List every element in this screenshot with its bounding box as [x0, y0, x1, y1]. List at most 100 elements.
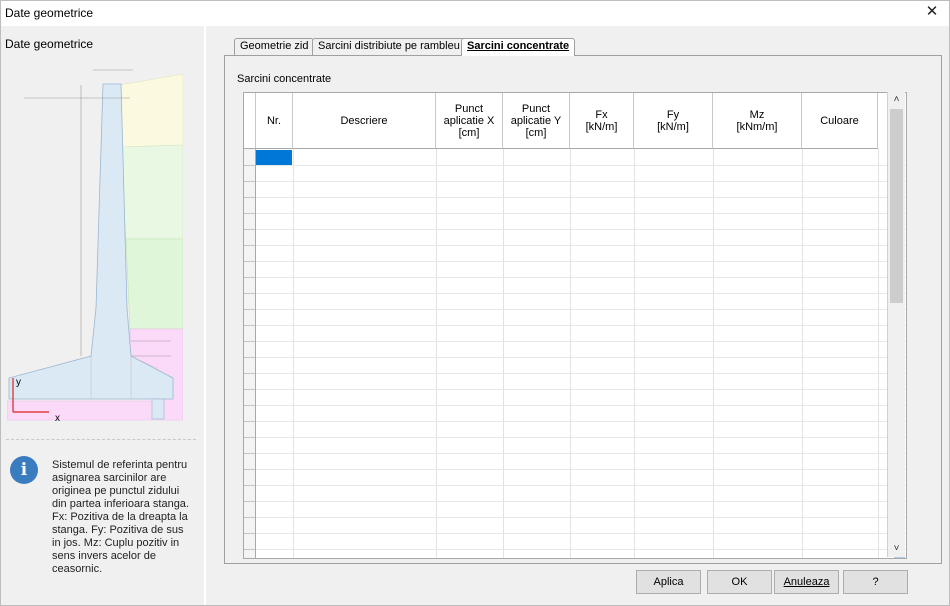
grid-row-line	[244, 325, 906, 326]
grid-row-line	[244, 181, 906, 182]
grid-row-line	[244, 549, 906, 550]
grid-row-line	[244, 469, 906, 470]
scrollbar-thumb[interactable]	[890, 109, 903, 303]
grid-row-line	[244, 213, 906, 214]
scroll-down-icon[interactable]: ˅	[888, 541, 905, 557]
col-header-punct-y[interactable]: Punct aplicatie Y [cm]	[503, 93, 570, 149]
col-header-descriere[interactable]: Descriere	[293, 93, 436, 149]
row-indicator-line	[244, 197, 255, 198]
grid-row-line	[244, 533, 906, 534]
section-label: Sarcini concentrate	[237, 73, 332, 85]
axis-x-label: x	[55, 413, 60, 424]
grid-column-line	[878, 149, 879, 558]
col-header-culoare-label: Culoare	[820, 114, 859, 127]
grid-column-line	[436, 149, 437, 558]
grid-row-line	[244, 453, 906, 454]
selected-cell[interactable]	[256, 150, 292, 165]
grid-row-line	[244, 165, 906, 166]
right-panel: Geometrie zid Sarcini distribiute pe ram…	[206, 26, 949, 605]
panel-separator	[6, 439, 196, 440]
col-header-punct-y-label: Punct aplicatie Y [cm]	[510, 102, 562, 139]
row-indicator-line	[244, 181, 255, 182]
row-indicator-line	[244, 293, 255, 294]
help-button[interactable]: ?	[843, 570, 908, 594]
anuleaza-button-label: Anuleaza	[783, 576, 830, 588]
grid-row-line	[244, 485, 906, 486]
grid-column-line	[570, 149, 571, 558]
info-text: Sistemul de referinta pentru asignarea s…	[52, 459, 189, 575]
left-panel: Date geometrice y x i Sistemul de referi…	[1, 26, 204, 605]
row-indicator-line	[244, 341, 255, 342]
grid-row-line	[244, 437, 906, 438]
anuleaza-button[interactable]: Anuleaza	[774, 570, 839, 594]
grid-column-line	[634, 149, 635, 558]
row-indicator-line	[244, 357, 255, 358]
tab-sarcini-distribuite[interactable]: Sarcini distribiute pe rambleu	[312, 38, 466, 55]
row-indicator-line	[244, 421, 255, 422]
tab-content: Sarcini concentrate Nr. Descriere Punct …	[224, 55, 942, 564]
row-indicator-line	[244, 453, 255, 454]
axis-y-label: y	[16, 377, 21, 388]
row-indicator-line	[244, 533, 255, 534]
aplica-button[interactable]: Aplica	[636, 570, 701, 594]
row-indicator-line	[244, 165, 255, 166]
row-indicator-line	[244, 517, 255, 518]
grid-column-line	[713, 149, 714, 558]
grid-column-line	[802, 149, 803, 558]
col-header-mz-label: Mz [kNm/m]	[736, 108, 778, 133]
row-indicator-line	[244, 549, 255, 550]
grid-row-line	[244, 245, 906, 246]
tab-geometrie-zid[interactable]: Geometrie zid	[234, 38, 315, 55]
row-indicator-line	[244, 469, 255, 470]
grid-row-line	[244, 293, 906, 294]
left-panel-title: Date geometrice	[5, 37, 94, 51]
grid-row-line	[244, 389, 906, 390]
col-header-fy[interactable]: Fy [kN/m]	[634, 93, 713, 149]
row-indicator-line	[244, 501, 255, 502]
vertical-scrollbar[interactable]: ˄ ˅	[887, 92, 905, 557]
grid-row-line	[244, 229, 906, 230]
grid-row-line	[244, 373, 906, 374]
row-indicator-line	[244, 309, 255, 310]
col-header-punct-x[interactable]: Punct aplicatie X [cm]	[436, 93, 503, 149]
row-indicator-line	[244, 261, 255, 262]
grid-row-line	[244, 277, 906, 278]
grid-row-line	[244, 197, 906, 198]
col-header-descriere-label: Descriere	[340, 114, 388, 127]
col-header-nr-label: Nr.	[266, 114, 282, 127]
row-indicator-line	[244, 277, 255, 278]
col-header-culoare[interactable]: Culoare	[802, 93, 878, 149]
col-header-fy-label: Fy [kN/m]	[657, 108, 689, 133]
row-indicator-line	[244, 485, 255, 486]
close-icon[interactable]: ✕	[920, 2, 944, 22]
row-indicator-line	[244, 325, 255, 326]
wall-geometry-drawing: y x	[7, 69, 183, 424]
row-indicator-line	[244, 245, 255, 246]
grid-column-line	[293, 149, 294, 558]
loads-table[interactable]: Nr. Descriere Punct aplicatie X [cm] Pun…	[243, 92, 907, 559]
grid-row-line	[244, 517, 906, 518]
tab-sarcini-concentrate[interactable]: Sarcini concentrate	[461, 38, 576, 56]
col-header-nr[interactable]: Nr.	[256, 93, 293, 149]
row-indicator-line	[244, 389, 255, 390]
ok-button[interactable]: OK	[707, 570, 772, 594]
col-header-punct-x-label: Punct aplicatie X [cm]	[443, 102, 495, 139]
grid-row-line	[244, 261, 906, 262]
col-header-mz[interactable]: Mz [kNm/m]	[713, 93, 802, 149]
grid-row-line	[244, 421, 906, 422]
grid-row-line	[244, 341, 906, 342]
scroll-up-icon[interactable]: ˄	[888, 92, 905, 108]
grid-column-line	[503, 149, 504, 558]
row-indicator-line	[244, 373, 255, 374]
row-header-corner	[244, 93, 256, 149]
title-bar: Date geometrice ✕	[0, 0, 950, 26]
grid-row-line	[244, 405, 906, 406]
grid-row-line	[244, 501, 906, 502]
row-indicator-line	[244, 213, 255, 214]
grid-row-line	[244, 309, 906, 310]
row-indicator-line	[244, 437, 255, 438]
info-icon: i	[10, 456, 38, 484]
window-title: Date geometrice	[5, 6, 94, 20]
col-header-fx[interactable]: Fx [kN/m]	[570, 93, 634, 149]
row-indicator-column	[244, 149, 256, 558]
